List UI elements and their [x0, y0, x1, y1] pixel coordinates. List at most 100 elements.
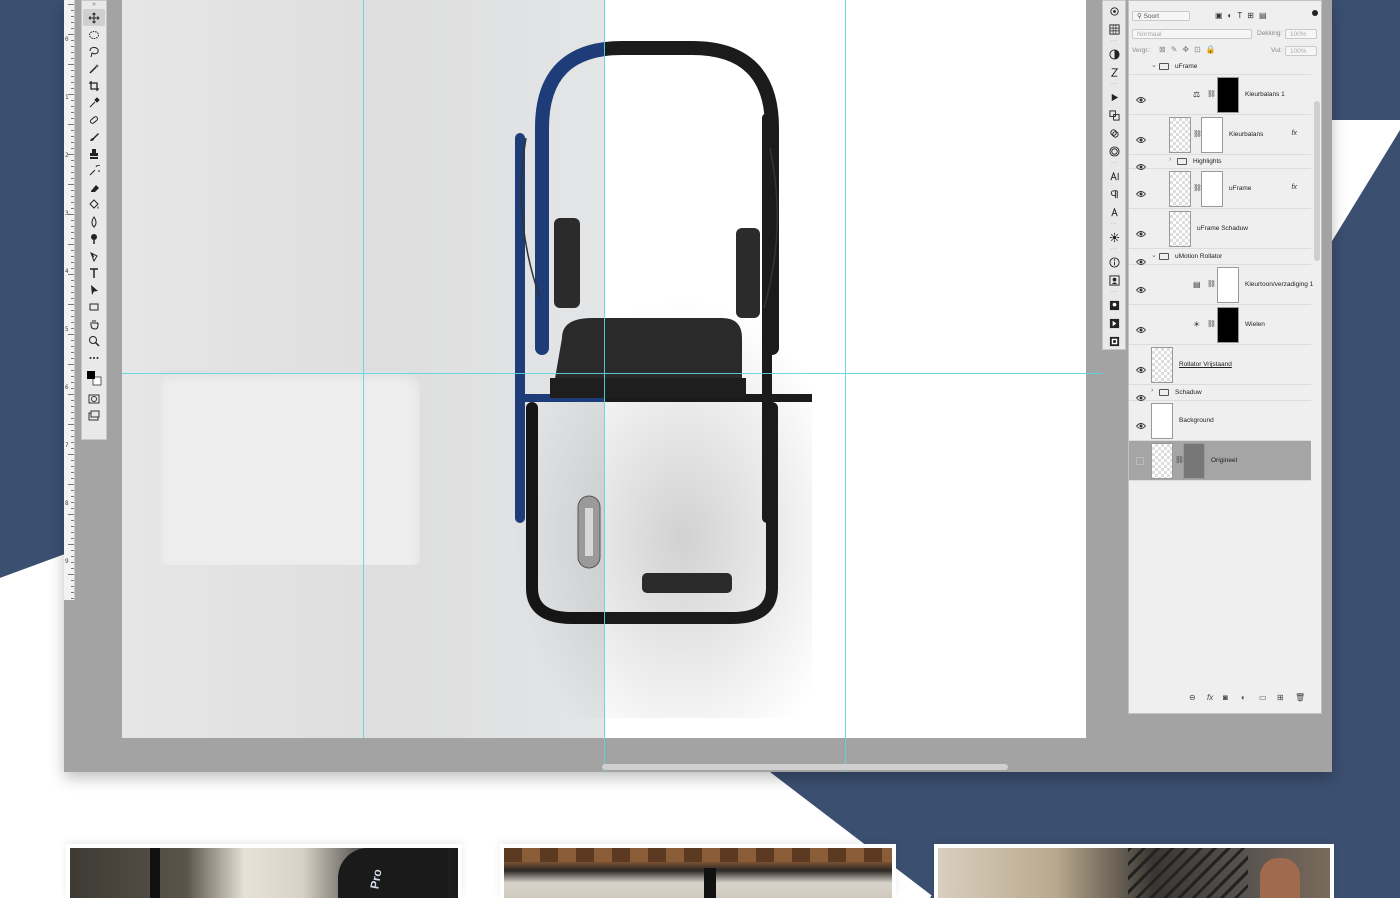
eyedropper-icon[interactable] — [83, 94, 105, 111]
layer-row[interactable]: ⛓ Kleurbalans fx — [1129, 115, 1311, 155]
chevron-down-icon[interactable]: ⌄ — [1151, 61, 1157, 69]
3d-icon[interactable] — [1104, 3, 1124, 19]
visibility-eye-icon[interactable] — [1135, 185, 1147, 197]
more-tools-icon[interactable] — [83, 349, 105, 366]
visibility-eye-icon[interactable] — [1135, 225, 1147, 237]
layer-mask-thumbnail[interactable] — [1217, 77, 1239, 113]
mask-link-icon[interactable]: ⛓ — [1207, 320, 1216, 328]
layer-row[interactable]: Background — [1129, 401, 1311, 441]
adjustment-layer-icon[interactable]: ◐ — [1241, 693, 1246, 702]
fill-field[interactable]: 100% — [1285, 46, 1317, 56]
layer-mask-icon[interactable]: ◙ — [1223, 693, 1228, 702]
layer-row[interactable]: › Highlights — [1129, 155, 1311, 170]
glyphs-icon[interactable] — [1104, 204, 1124, 220]
pen-tool-icon[interactable] — [83, 247, 105, 264]
path-selection-icon[interactable] — [83, 281, 105, 298]
toolbar-collapse-toggle[interactable]: » — [82, 1, 106, 9]
timeline-icon[interactable] — [1104, 315, 1124, 331]
channels-icon[interactable] — [1104, 125, 1124, 141]
paragraph-icon[interactable] — [1104, 186, 1124, 202]
layer-mask-thumbnail[interactable] — [1183, 443, 1205, 479]
chevron-right-icon[interactable]: › — [1169, 156, 1171, 163]
new-group-icon[interactable]: ▭ — [1259, 693, 1267, 702]
layer-row[interactable]: ⌄ uFrame — [1129, 59, 1311, 75]
healing-brush-icon[interactable] — [83, 111, 105, 128]
visibility-eye-icon[interactable] — [1135, 361, 1147, 373]
delete-layer-icon[interactable]: 🗑 — [1295, 693, 1305, 702]
visibility-eye-icon[interactable] — [1135, 253, 1147, 265]
layer-row[interactable]: ⛓ uFrame fx — [1129, 169, 1311, 209]
visibility-eye-icon[interactable] — [1135, 321, 1147, 333]
layer-row[interactable]: ☀ ⛓ Wielen — [1129, 305, 1311, 345]
grid-icon[interactable] — [1104, 21, 1124, 37]
visibility-eye-icon[interactable] — [1135, 417, 1147, 429]
layer-mask-thumbnail[interactable] — [1217, 307, 1239, 343]
layer-mask-thumbnail[interactable] — [1201, 171, 1223, 207]
layer-row[interactable]: ⚖ ⛓ Kleurbalans 1 — [1129, 75, 1311, 115]
color-swatches[interactable] — [83, 366, 105, 390]
history-brush-icon[interactable] — [83, 162, 105, 179]
visibility-eye-icon[interactable] — [1135, 389, 1147, 401]
layer-thumbnail[interactable] — [1151, 403, 1173, 439]
zoom-tool-icon[interactable] — [83, 332, 105, 349]
adjustments-icon[interactable] — [1104, 46, 1124, 62]
move-tool-icon[interactable] — [83, 9, 105, 26]
visibility-eye-icon[interactable] — [1135, 158, 1147, 170]
chevron-down-icon[interactable]: ⌄ — [1151, 251, 1157, 259]
horizontal-scrollbar[interactable] — [602, 764, 1008, 770]
magic-wand-icon[interactable] — [83, 60, 105, 77]
layer-mask-thumbnail[interactable] — [1217, 267, 1239, 303]
layer-row[interactable]: ⛓ Origineel — [1129, 441, 1311, 481]
info-icon[interactable] — [1104, 254, 1124, 270]
crop-tool-icon[interactable] — [83, 77, 105, 94]
visibility-toggle-empty[interactable] — [1136, 457, 1144, 465]
lasso-tool-icon[interactable] — [83, 43, 105, 60]
layer-thumbnail[interactable] — [1151, 443, 1173, 479]
layer-row[interactable]: ⌄ uMotion Rollator — [1129, 249, 1311, 265]
filter-icons[interactable]: ▣◐T⊞▤ — [1215, 11, 1272, 20]
lock-icons[interactable]: ⊠✎✥⊡🔒 — [1159, 45, 1221, 54]
paint-bucket-icon[interactable] — [83, 196, 105, 213]
document-canvas[interactable] — [122, 0, 1086, 738]
quick-mask-icon[interactable] — [83, 390, 105, 407]
layer-mask-thumbnail[interactable] — [1201, 117, 1223, 153]
new-layer-icon[interactable]: ⊞ — [1277, 693, 1284, 702]
brush-settings-icon[interactable] — [1104, 229, 1124, 245]
export-icon[interactable] — [1104, 333, 1124, 349]
play-actions-icon[interactable] — [1104, 89, 1124, 105]
mask-link-icon[interactable]: ⛓ — [1207, 280, 1216, 288]
visibility-eye-icon[interactable] — [1135, 91, 1147, 103]
styles-icon[interactable] — [1104, 64, 1124, 80]
visibility-eye-icon[interactable] — [1135, 281, 1147, 293]
marquee-tool-icon[interactable] — [83, 26, 105, 43]
properties-icon[interactable] — [1104, 297, 1124, 313]
blend-mode-select[interactable]: Normaal — [1132, 29, 1252, 39]
hand-tool-icon[interactable] — [83, 315, 105, 332]
blur-tool-icon[interactable] — [83, 213, 105, 230]
layers-icon[interactable] — [1104, 143, 1124, 159]
eraser-icon[interactable] — [83, 179, 105, 196]
layer-effects-badge[interactable]: fx — [1292, 130, 1297, 137]
visibility-eye-icon[interactable] — [1135, 131, 1147, 143]
layer-thumbnail[interactable] — [1169, 211, 1191, 247]
history-icon[interactable] — [1104, 107, 1124, 123]
layer-style-button[interactable]: fx — [1207, 693, 1213, 702]
layer-row[interactable]: ▤ ⛓ Kleurtoon/verzadiging 1 — [1129, 265, 1313, 305]
filter-kind-select[interactable]: ⚲ Soort — [1132, 11, 1190, 21]
filter-toggle-icon[interactable] — [1312, 10, 1318, 16]
rectangle-tool-icon[interactable] — [83, 298, 105, 315]
layers-scrollbar[interactable] — [1314, 101, 1320, 261]
mask-link-icon[interactable]: ⛓ — [1207, 90, 1216, 98]
chevron-right-icon[interactable]: › — [1151, 387, 1153, 394]
navigator-icon[interactable] — [1104, 272, 1124, 288]
character-icon[interactable] — [1104, 168, 1124, 184]
layer-effects-badge[interactable]: fx — [1292, 184, 1297, 191]
opacity-field[interactable]: 100% — [1285, 29, 1317, 39]
layer-thumbnail[interactable] — [1151, 347, 1173, 383]
brush-tool-icon[interactable] — [83, 128, 105, 145]
link-layers-icon[interactable]: ⊖ — [1189, 693, 1196, 702]
layer-row[interactable]: › Schaduw — [1129, 385, 1311, 401]
dodge-tool-icon[interactable] — [83, 230, 105, 247]
layer-thumbnail[interactable] — [1169, 171, 1191, 207]
layer-row[interactable]: Rollator Vrijstaand — [1129, 345, 1311, 385]
